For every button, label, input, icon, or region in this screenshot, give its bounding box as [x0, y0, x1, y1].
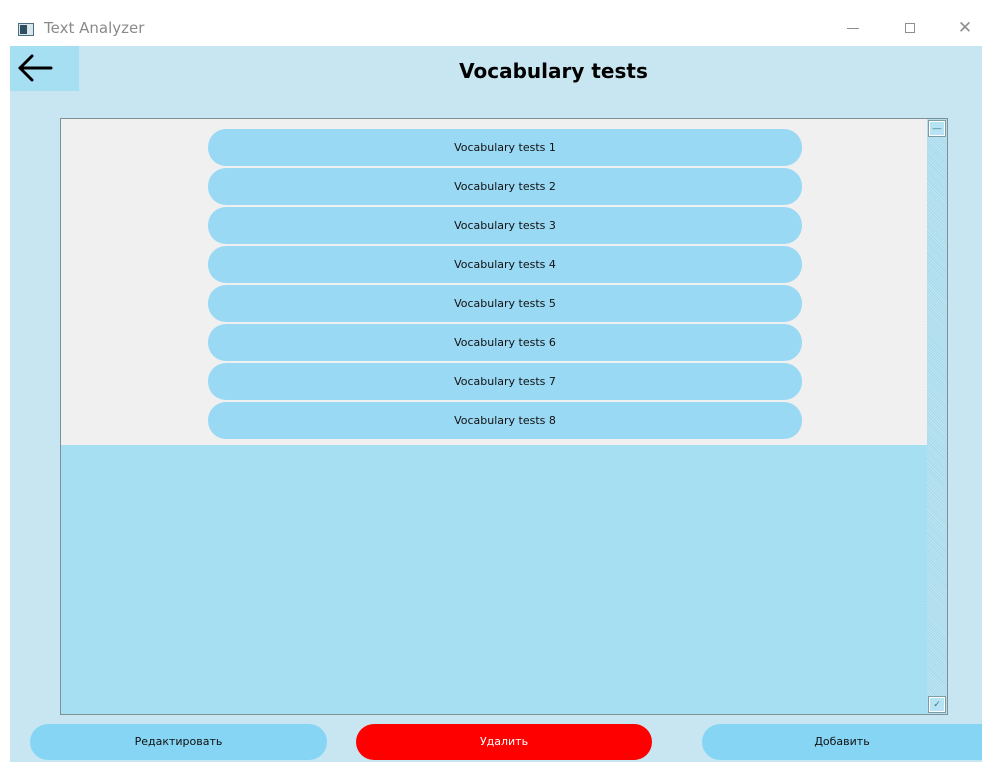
list-item[interactable]: Vocabulary tests 1	[208, 129, 802, 166]
maximize-icon	[905, 23, 915, 33]
list-item[interactable]: Vocabulary tests 8	[208, 402, 802, 439]
delete-button[interactable]: Удалить	[356, 724, 652, 760]
close-button[interactable]: ✕	[955, 18, 975, 38]
list-item[interactable]: Vocabulary tests 6	[208, 324, 802, 361]
add-button[interactable]: Добавить	[702, 724, 982, 760]
scroll-down-button[interactable]: ✓	[928, 696, 946, 713]
vertical-scrollbar[interactable]: — ✓	[927, 119, 947, 714]
minimize-icon	[847, 28, 859, 29]
close-icon: ✕	[957, 18, 973, 38]
page-title: Vocabulary tests	[459, 59, 648, 83]
list-item[interactable]: Vocabulary tests 3	[208, 207, 802, 244]
scroll-up-button[interactable]: —	[928, 120, 946, 137]
edit-button[interactable]: Редактировать	[30, 724, 327, 760]
minus-icon: —	[932, 123, 942, 133]
list-item[interactable]: Vocabulary tests 2	[208, 168, 802, 205]
chevron-down-icon: ✓	[933, 699, 941, 709]
list-item[interactable]: Vocabulary tests 5	[208, 285, 802, 322]
maximize-button[interactable]	[900, 18, 920, 38]
app-icon	[18, 23, 34, 36]
window-titlebar	[10, 10, 982, 46]
tests-list: Vocabulary tests 1 Vocabulary tests 2 Vo…	[60, 118, 948, 715]
list-item[interactable]: Vocabulary tests 4	[208, 246, 802, 283]
minimize-button[interactable]	[843, 18, 863, 38]
window-title: Text Analyzer	[44, 19, 145, 37]
list-item[interactable]: Vocabulary tests 7	[208, 363, 802, 400]
list-content: Vocabulary tests 1 Vocabulary tests 2 Vo…	[61, 119, 927, 445]
